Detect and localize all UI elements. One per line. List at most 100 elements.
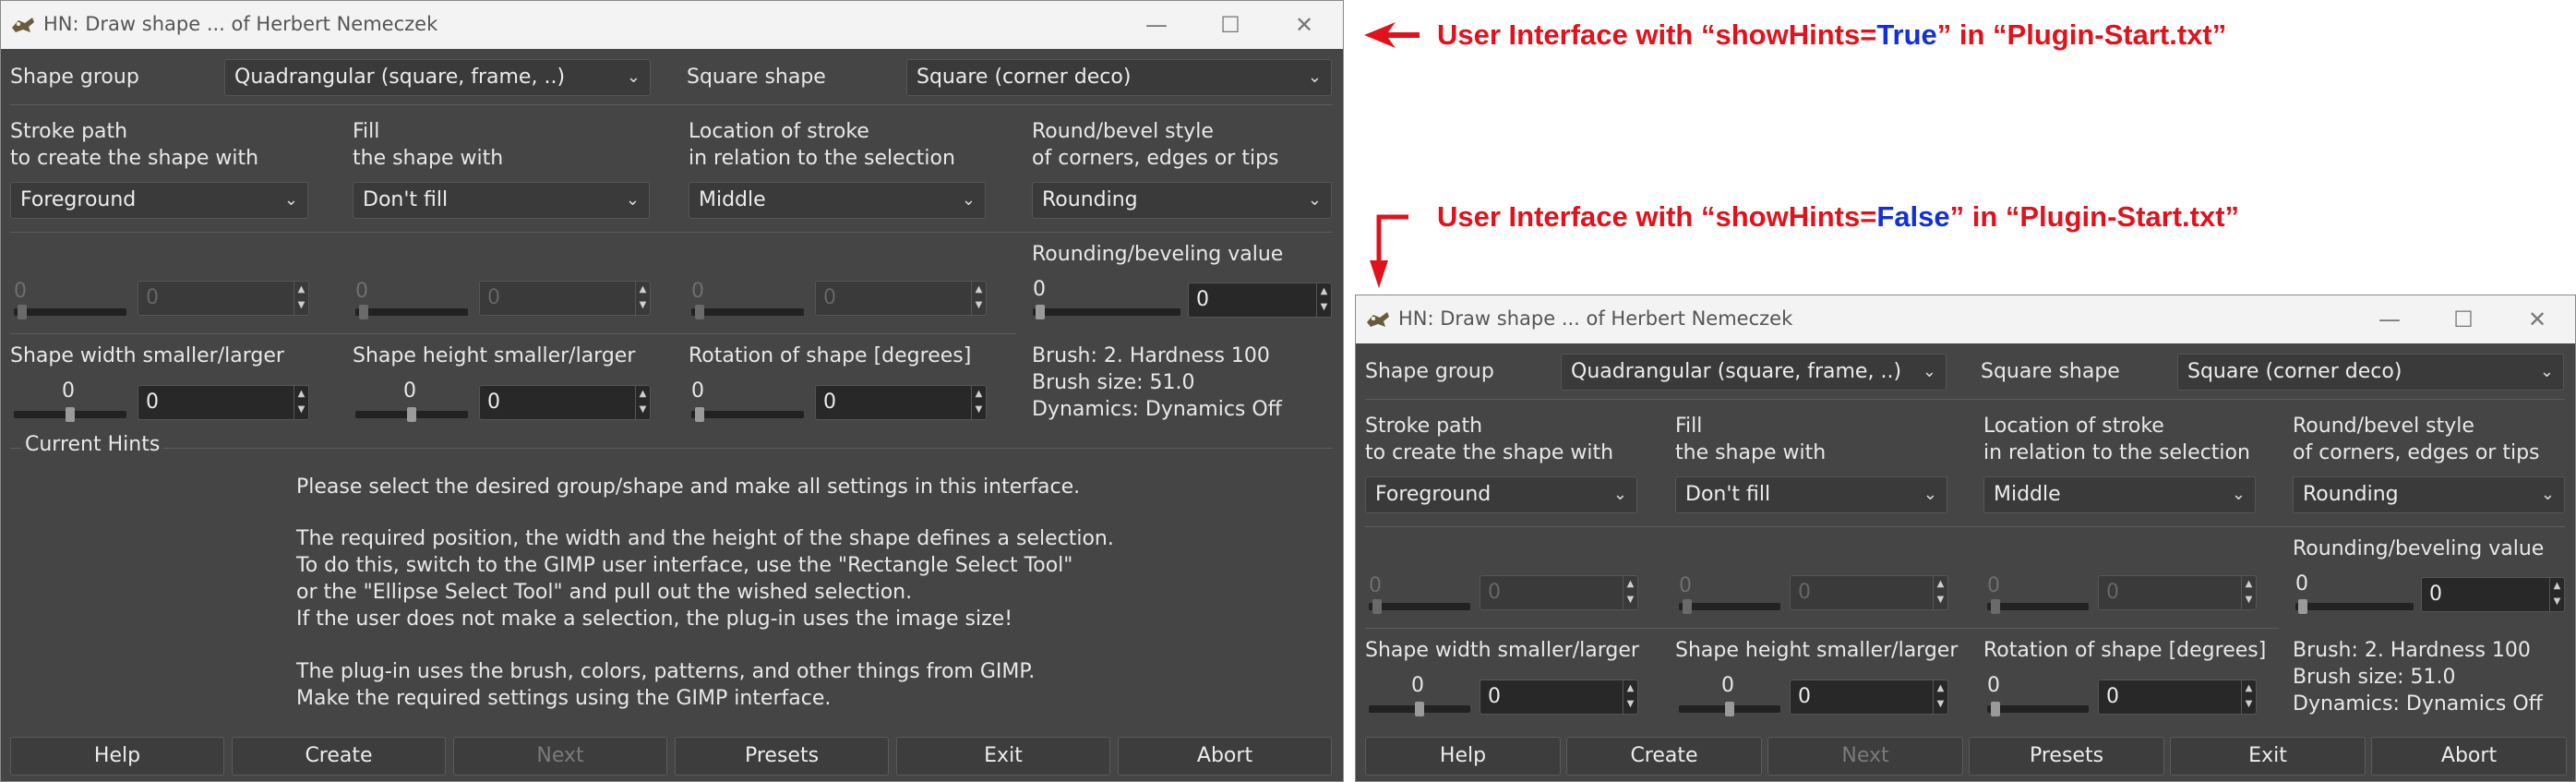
disabled-slider-track xyxy=(355,308,468,316)
rounding-slider-knob[interactable] xyxy=(1036,305,1045,319)
location-select[interactable]: Middle ⌄ xyxy=(1983,476,2256,513)
fill-select[interactable]: Don't fill ⌄ xyxy=(353,182,650,219)
round-select[interactable]: Rounding ⌄ xyxy=(1032,182,1332,219)
height-spinbox[interactable]: 0 ▲ ▼ xyxy=(1790,680,1948,715)
annotation-text: ” in “Plugin-Start.txt” xyxy=(1949,200,2240,233)
disabled-slider-track xyxy=(691,308,804,316)
chevron-down-icon: ⌄ xyxy=(1922,362,1936,381)
abort-button[interactable]: Abort xyxy=(2371,737,2567,776)
window-title: HN: Draw shape ... of Herbert Nemeczek xyxy=(43,13,438,35)
height-slider-knob[interactable] xyxy=(407,407,416,422)
spin-arrows-icon[interactable]: ▲ ▼ xyxy=(2241,680,2256,714)
height-slider-knob[interactable] xyxy=(1725,702,1734,716)
spin-arrows-icon[interactable]: ▲ ▼ xyxy=(294,386,308,419)
spin-arrows-icon[interactable]: ▲ ▼ xyxy=(1933,680,1947,714)
stroke-select[interactable]: Foreground ⌄ xyxy=(10,182,308,219)
round-select[interactable]: Rounding ⌄ xyxy=(2293,476,2565,513)
disabled-slider-value: 0 xyxy=(1987,574,2000,597)
spin-value: 0 xyxy=(2106,685,2119,708)
chevron-down-icon: ⌄ xyxy=(1923,485,1937,504)
location-label-2: in relation to the selection xyxy=(1983,441,2250,464)
stroke-label-2: to create the shape with xyxy=(1365,441,1614,464)
presets-button[interactable]: Presets xyxy=(1969,737,2164,776)
disabled-spinbox: 0 ▲ ▼ xyxy=(2098,575,2257,610)
disabled-slider-knob xyxy=(359,305,368,319)
rotation-slider-knob[interactable] xyxy=(1991,702,2000,716)
rotation-spinbox[interactable]: 0 ▲ ▼ xyxy=(815,385,987,420)
spin-arrows-icon[interactable]: ▲ ▼ xyxy=(1316,283,1331,317)
hints-title: Current Hints xyxy=(21,433,164,456)
rounding-slider-track[interactable] xyxy=(2295,603,2414,610)
dynamics-label: Dynamics: Dynamics Off xyxy=(1032,398,1282,421)
abort-button[interactable]: Abort xyxy=(1118,737,1332,776)
close-button[interactable]: ✕ xyxy=(1281,6,1327,43)
create-button[interactable]: Create xyxy=(232,737,446,776)
minimize-button[interactable]: — xyxy=(2366,301,2413,338)
rotation-spinbox[interactable]: 0 ▲ ▼ xyxy=(2098,680,2257,715)
rounding-spinbox[interactable]: 0 ▲ ▼ xyxy=(1188,283,1332,318)
window-title: HN: Draw shape ... of Herbert Nemeczek xyxy=(1398,307,1793,330)
spin-value: 0 xyxy=(2429,583,2442,606)
round-label-2: of corners, edges or tips xyxy=(1032,147,1279,170)
spin-value: 0 xyxy=(146,286,159,309)
fill-label-1: Fill xyxy=(353,120,380,143)
rounding-slider-value: 0 xyxy=(1033,278,1046,301)
height-label: Shape height smaller/larger xyxy=(353,344,636,367)
stroke-label-2: to create the shape with xyxy=(10,147,259,170)
height-spinbox[interactable]: 0 ▲ ▼ xyxy=(479,385,651,420)
fill-select[interactable]: Don't fill ⌄ xyxy=(1675,476,1947,513)
minimize-button[interactable]: — xyxy=(1133,6,1180,43)
title-bar[interactable]: HN: Draw shape ... of Herbert Nemeczek —… xyxy=(1356,295,2575,343)
spin-value: 0 xyxy=(1196,288,1209,311)
width-spinbox[interactable]: 0 ▲ ▼ xyxy=(138,385,309,420)
rounding-spinbox[interactable]: 0 ▲ ▼ xyxy=(2421,577,2565,612)
square-shape-select[interactable]: Square (corner deco) ⌄ xyxy=(906,59,1332,96)
rounding-slider-track[interactable] xyxy=(1033,308,1180,316)
spin-arrows-icon[interactable]: ▲ ▼ xyxy=(1623,680,1637,714)
location-select[interactable]: Middle ⌄ xyxy=(689,182,986,219)
width-slider-knob[interactable] xyxy=(1415,702,1424,716)
annotation-value: False xyxy=(1876,200,1950,233)
round-value: Rounding xyxy=(1042,188,1138,211)
presets-button[interactable]: Presets xyxy=(675,737,889,776)
chevron-down-icon: ⌄ xyxy=(1612,485,1627,504)
exit-button[interactable]: Exit xyxy=(896,737,1110,776)
create-button[interactable]: Create xyxy=(1566,737,1762,776)
shape-group-select[interactable]: Quadrangular (square, frame, ..) ⌄ xyxy=(1561,354,1947,391)
exit-button[interactable]: Exit xyxy=(2170,737,2366,776)
rotation-slider-track[interactable] xyxy=(1987,705,2089,713)
rounding-slider-knob[interactable] xyxy=(2298,599,2307,614)
title-bar[interactable]: HN: Draw shape ... of Herbert Nemeczek —… xyxy=(1,1,1343,49)
spin-arrows-icon[interactable]: ▲ ▼ xyxy=(2549,578,2564,611)
rotation-slider-knob[interactable] xyxy=(695,407,704,422)
round-label-1: Round/bevel style xyxy=(1032,120,1214,143)
maximize-button[interactable]: ☐ xyxy=(1207,6,1253,43)
next-button[interactable]: Next xyxy=(453,737,667,776)
square-shape-label: Square shape xyxy=(687,66,826,89)
height-label: Shape height smaller/larger xyxy=(1675,639,1959,662)
shape-group-select[interactable]: Quadrangular (square, frame, ..) ⌄ xyxy=(224,59,651,96)
location-value: Middle xyxy=(1994,483,2061,506)
arrow-left-icon xyxy=(1364,22,1420,48)
maximize-button[interactable]: ☐ xyxy=(2440,301,2486,338)
chevron-down-icon: ⌄ xyxy=(2231,485,2246,504)
spin-arrows-icon[interactable]: ▲ ▼ xyxy=(971,386,986,419)
spin-value: 0 xyxy=(1798,581,1811,604)
brush-size-label: Brush size: 51.0 xyxy=(1032,371,1195,394)
help-button[interactable]: Help xyxy=(1365,737,1561,776)
hint-line: Make the required settings using the GIM… xyxy=(296,687,832,710)
disabled-slider-knob xyxy=(695,305,704,319)
spin-value: 0 xyxy=(1488,581,1501,604)
help-button[interactable]: Help xyxy=(10,737,224,776)
next-button[interactable]: Next xyxy=(1767,737,1963,776)
close-button[interactable]: ✕ xyxy=(2514,301,2560,338)
stroke-select[interactable]: Foreground ⌄ xyxy=(1365,476,1637,513)
rotation-slider-track[interactable] xyxy=(691,411,804,418)
stroke-value: Foreground xyxy=(20,188,137,211)
spin-arrows-icon[interactable]: ▲ ▼ xyxy=(635,386,650,419)
separator xyxy=(10,333,1016,334)
width-spinbox[interactable]: 0 ▲ ▼ xyxy=(1480,680,1638,715)
square-shape-select[interactable]: Square (corner deco) ⌄ xyxy=(2177,354,2564,391)
width-slider-knob[interactable] xyxy=(66,407,75,422)
disabled-slider-value: 0 xyxy=(691,280,704,303)
